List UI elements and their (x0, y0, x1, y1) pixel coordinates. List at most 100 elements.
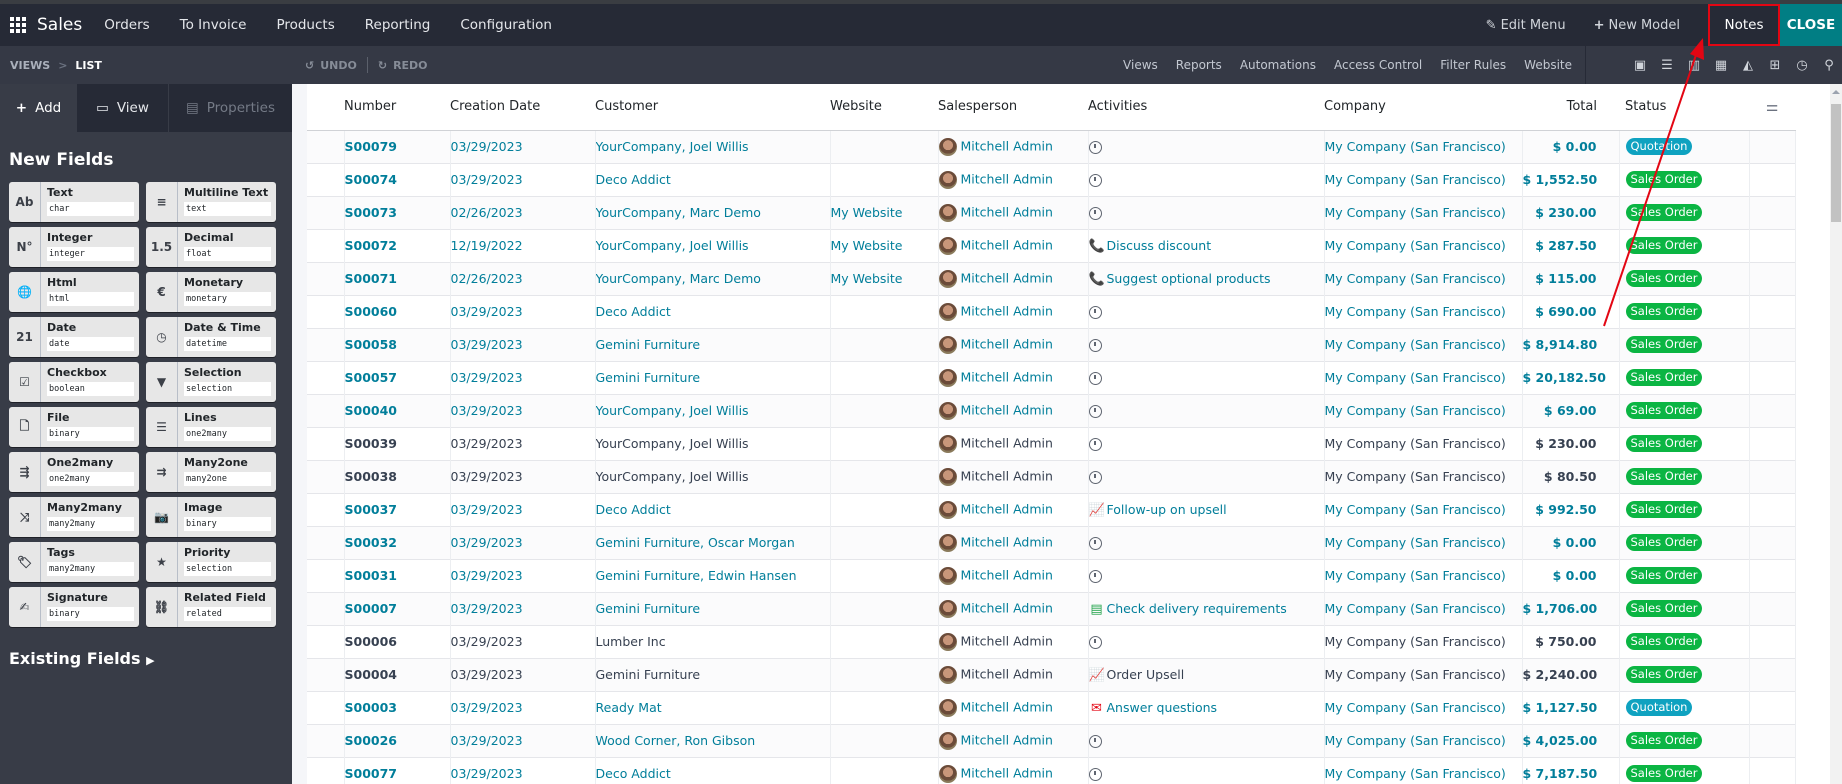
activity-clock-icon[interactable] (1088, 372, 1102, 385)
salesperson[interactable]: Mitchell Admin (961, 204, 1053, 219)
salesperson[interactable]: Mitchell Admin (961, 270, 1053, 285)
pivot-view-icon[interactable]: ⊞ (1768, 58, 1782, 73)
header-company[interactable]: Company (1324, 84, 1522, 131)
order-number[interactable]: S00057 (345, 370, 398, 385)
table-row[interactable]: S00040 03/29/2023 YourCompany, Joel Willis… (307, 393, 1796, 427)
activity-clock-icon[interactable] (1088, 438, 1102, 451)
menu-to-invoice[interactable]: To Invoice (180, 17, 247, 33)
activity-clock-icon[interactable] (1088, 339, 1102, 352)
apps-menu-icon[interactable] (5, 12, 31, 38)
customer[interactable]: YourCompany, Joel Willis (596, 238, 749, 253)
order-number[interactable]: S00060 (345, 304, 398, 319)
undo-button[interactable]: UNDO (320, 59, 357, 72)
table-row[interactable]: S00060 03/29/2023 Deco Addict Mitchell Admi… (307, 294, 1796, 328)
table-row[interactable]: S00079 03/29/2023 YourCompany, Joel Willis… (307, 129, 1796, 163)
table-row[interactable]: S00031 03/29/2023 Gemini Furniture, Edwin … (307, 558, 1796, 592)
tab-add[interactable]: + Add (0, 84, 77, 132)
link-views[interactable]: Views (1123, 58, 1158, 72)
table-row[interactable]: S00077 03/29/2023 Deco Addict Mitchell Admi… (307, 756, 1796, 784)
activity-clock-icon[interactable] (1088, 636, 1102, 649)
company[interactable]: My Company (San Francisco) (1325, 568, 1506, 583)
activity-summary[interactable]: Discuss discount (1107, 238, 1212, 253)
field-tile-text[interactable]: Ab Text char (9, 182, 139, 222)
field-tile-monetary[interactable]: € Monetary monetary (146, 272, 276, 312)
form-view-icon[interactable]: ▣ (1633, 58, 1647, 73)
table-row[interactable]: S00071 02/26/2023 YourCompany, Marc Demo My… (307, 261, 1796, 295)
activity-clock-icon[interactable] (1088, 174, 1102, 187)
field-tile-checkbox[interactable]: ☑ Checkbox boolean (9, 362, 139, 402)
order-number[interactable]: S00031 (345, 568, 398, 583)
field-tile-many2one[interactable]: ⇉ Many2one many2one (146, 452, 276, 492)
activity-clock-icon[interactable] (1088, 537, 1102, 550)
customer[interactable]: Lumber Inc (596, 634, 666, 649)
order-number[interactable]: S00026 (345, 733, 398, 748)
customer[interactable]: Gemini Furniture (596, 667, 701, 682)
kanban-view-icon[interactable]: ▥ (1687, 58, 1701, 73)
salesperson[interactable]: Mitchell Admin (961, 237, 1053, 252)
table-row[interactable]: S00026 03/29/2023 Wood Corner, Ron Gibson M… (307, 723, 1796, 757)
company[interactable]: My Company (San Francisco) (1325, 667, 1506, 682)
customer[interactable]: Gemini Furniture (596, 601, 701, 616)
notes-button[interactable]: Notes (1708, 4, 1780, 46)
header-website[interactable]: Website (830, 84, 938, 131)
field-tile-selection[interactable]: ▼ Selection selection (146, 362, 276, 402)
company[interactable]: My Company (San Francisco) (1325, 436, 1506, 451)
field-tile-date-time[interactable]: ◷ Date & Time datetime (146, 317, 276, 357)
redo-button[interactable]: REDO (393, 59, 427, 72)
link-access-control[interactable]: Access Control (1334, 58, 1422, 72)
order-number[interactable]: S00032 (345, 535, 398, 550)
order-number[interactable]: S00038 (345, 469, 398, 484)
order-number[interactable]: S00004 (345, 667, 398, 682)
menu-orders[interactable]: Orders (104, 17, 149, 33)
customer[interactable]: Deco Addict (596, 766, 671, 781)
salesperson[interactable]: Mitchell Admin (961, 699, 1053, 714)
field-tile-integer[interactable]: N° Integer integer (9, 227, 139, 267)
company[interactable]: My Company (San Francisco) (1325, 766, 1506, 781)
vertical-scrollbar[interactable] (1830, 84, 1842, 784)
header-activities[interactable]: Activities (1088, 84, 1324, 131)
customer[interactable]: YourCompany, Joel Willis (596, 139, 749, 154)
field-tile-multiline-text[interactable]: ≡ Multiline Text text (146, 182, 276, 222)
field-tile-file[interactable]: 🗋 File binary (9, 407, 139, 447)
order-number[interactable]: S00003 (345, 700, 398, 715)
activity-clock-icon[interactable] (1088, 306, 1102, 319)
breadcrumb-views[interactable]: VIEWS (10, 59, 50, 72)
table-row[interactable]: S00038 03/29/2023 YourCompany, Joel Willis… (307, 459, 1796, 493)
field-tile-one2many[interactable]: ⇶ One2many one2many (9, 452, 139, 492)
salesperson[interactable]: Mitchell Admin (961, 171, 1053, 186)
order-number[interactable]: S00073 (345, 205, 398, 220)
field-tile-html[interactable]: 🌐 Html html (9, 272, 139, 312)
customer[interactable]: Deco Addict (596, 304, 671, 319)
link-website[interactable]: Website (1524, 58, 1572, 72)
customer[interactable]: Gemini Furniture, Edwin Hansen (596, 568, 797, 583)
website[interactable]: My Website (831, 205, 903, 220)
table-row[interactable]: S00004 03/29/2023 Gemini Furniture Mitchell… (307, 657, 1796, 691)
order-number[interactable]: S00007 (345, 601, 398, 616)
field-tile-date[interactable]: 21 Date date (9, 317, 139, 357)
company[interactable]: My Company (San Francisco) (1325, 700, 1506, 715)
field-tile-priority[interactable]: ★ Priority selection (146, 542, 276, 582)
menu-configuration[interactable]: Configuration (460, 17, 552, 33)
table-row[interactable]: S00057 03/29/2023 Gemini Furniture Mitchell… (307, 360, 1796, 394)
customer[interactable]: Deco Addict (596, 172, 671, 187)
activity-summary[interactable]: Order Upsell (1107, 667, 1185, 682)
activity-view-icon[interactable]: ◷ (1795, 58, 1809, 73)
company[interactable]: My Company (San Francisco) (1325, 469, 1506, 484)
salesperson[interactable]: Mitchell Admin (961, 633, 1053, 648)
order-number[interactable]: S00058 (345, 337, 398, 352)
scroll-up-arrow-icon[interactable] (1832, 90, 1840, 94)
edit-menu-button[interactable]: ✎ Edit Menu (1486, 18, 1566, 33)
menu-reporting[interactable]: Reporting (365, 17, 431, 33)
activity-summary[interactable]: Check delivery requirements (1107, 601, 1287, 616)
salesperson[interactable]: Mitchell Admin (961, 765, 1053, 780)
customer[interactable]: Gemini Furniture, Oscar Morgan (596, 535, 795, 550)
header-creation-date[interactable]: Creation Date (450, 84, 595, 131)
field-tile-tags[interactable]: 🏷 Tags many2many (9, 542, 139, 582)
table-row[interactable]: S00007 03/29/2023 Gemini Furniture Mitchell… (307, 591, 1796, 625)
activity-clock-icon[interactable] (1088, 570, 1102, 583)
website[interactable]: My Website (831, 238, 903, 253)
graph-view-icon[interactable]: ◭ (1741, 58, 1755, 73)
customer[interactable]: YourCompany, Joel Willis (596, 469, 749, 484)
salesperson[interactable]: Mitchell Admin (961, 468, 1053, 483)
company[interactable]: My Company (San Francisco) (1325, 634, 1506, 649)
